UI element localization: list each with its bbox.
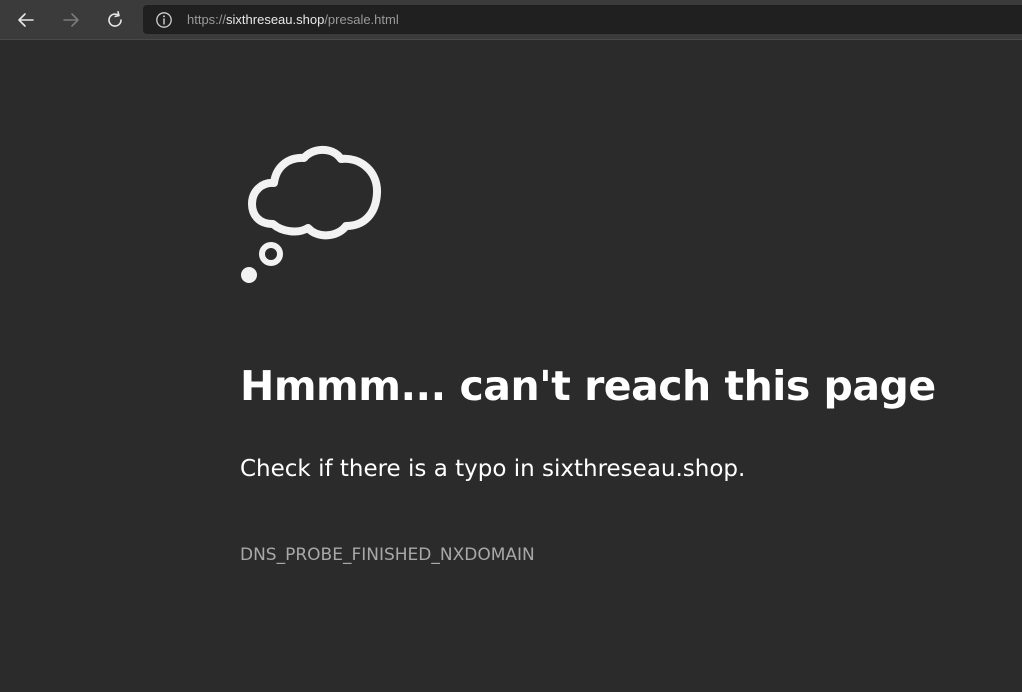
arrow-left-icon [18,13,34,27]
thought-cloud-icon [240,140,386,286]
arrow-right-icon [63,13,79,27]
info-icon[interactable] [155,11,173,29]
url-text[interactable]: https://sixthreseau.shop/presale.html [187,12,399,27]
page-title: Hmmm... can't reach this page [240,362,936,410]
url-host: sixthreseau.shop [226,12,325,27]
error-code: DNS_PROBE_FINISHED_NXDOMAIN [240,545,535,565]
error-message: Check if there is a typo in sixthreseau.… [240,456,746,482]
url-path: /presale.html [324,12,399,27]
browser-toolbar: https://sixthreseau.shop/presale.html [0,0,1022,40]
back-button[interactable] [10,4,42,36]
url-prefix: https:// [187,12,227,27]
refresh-icon [108,11,122,27]
address-bar[interactable]: https://sixthreseau.shop/presale.html [143,5,1022,34]
forward-button[interactable] [55,4,87,36]
refresh-button[interactable] [99,4,131,36]
